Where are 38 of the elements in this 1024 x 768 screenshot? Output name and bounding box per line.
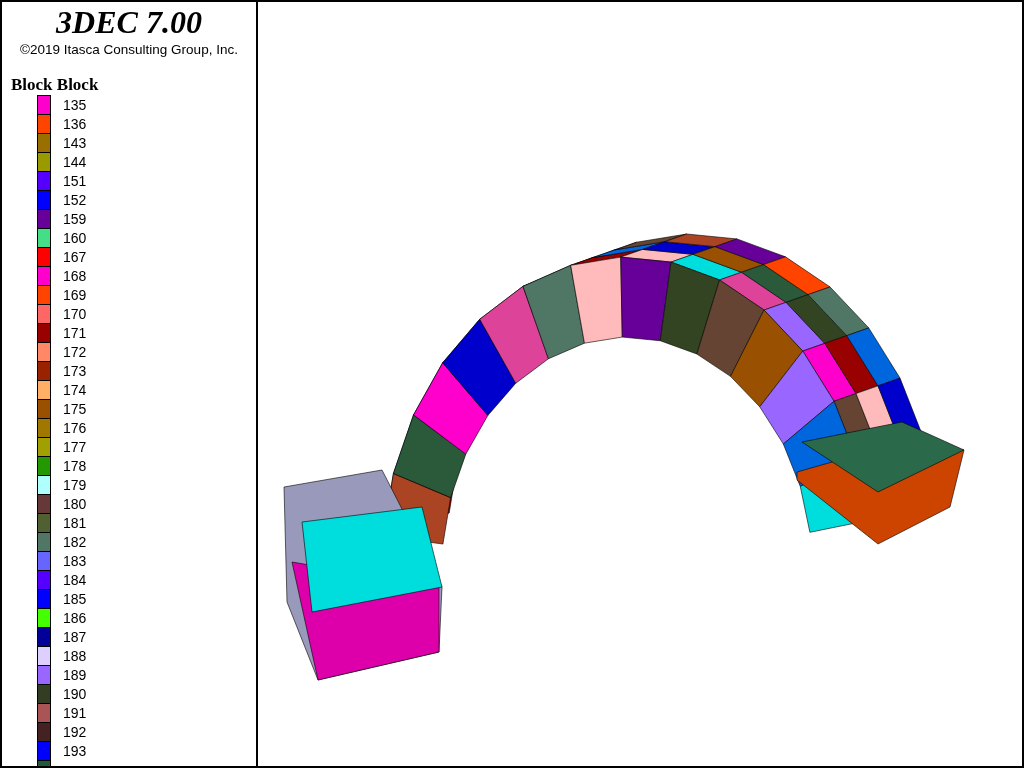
legend-label: 185 — [63, 590, 87, 607]
legend-label: 171 — [63, 324, 87, 341]
legend-label: 175 — [63, 400, 87, 417]
legend-label: 144 — [63, 153, 87, 170]
app-title: 3DEC 7.00 — [55, 4, 203, 40]
legend-label: 172 — [63, 343, 87, 360]
legend-label: 190 — [63, 685, 87, 702]
legend-label: 159 — [63, 210, 87, 227]
legend-label: 173 — [63, 362, 87, 379]
legend-label: 143 — [63, 134, 87, 151]
legend-label: 136 — [63, 115, 87, 132]
legend-label: 181 — [63, 514, 87, 531]
legend-label: 192 — [63, 723, 87, 740]
legend-label: 193 — [63, 742, 87, 759]
legend-label: 191 — [63, 704, 87, 721]
legend-label: 135 — [63, 96, 87, 113]
legend-label: 151 — [63, 172, 87, 189]
legend-label: 187 — [63, 628, 87, 645]
legend-label: 180 — [63, 495, 87, 512]
legend-label: 170 — [63, 305, 87, 322]
legend-label: 152 — [63, 191, 87, 208]
legend-title: Block Block — [11, 75, 100, 95]
legend-label: 184 — [63, 571, 87, 588]
legend-label: 160 — [63, 229, 87, 246]
legend-label: 177 — [63, 438, 87, 455]
legend-label: 176 — [63, 419, 87, 436]
legend-label: 186 — [63, 609, 87, 626]
legend-label: 167 — [63, 248, 87, 265]
legend-label: 188 — [63, 647, 87, 664]
legend-label: 178 — [63, 457, 87, 474]
copyright-text: ©2019 Itasca Consulting Group, Inc. — [19, 42, 239, 57]
legend-label: 179 — [63, 476, 87, 493]
legend-label: 189 — [63, 666, 87, 683]
legend-label: 174 — [63, 381, 87, 398]
legend-label: 168 — [63, 267, 87, 284]
legend-label: 182 — [63, 533, 87, 550]
legend-label: 183 — [63, 552, 87, 569]
legend-label: 169 — [63, 286, 87, 303]
